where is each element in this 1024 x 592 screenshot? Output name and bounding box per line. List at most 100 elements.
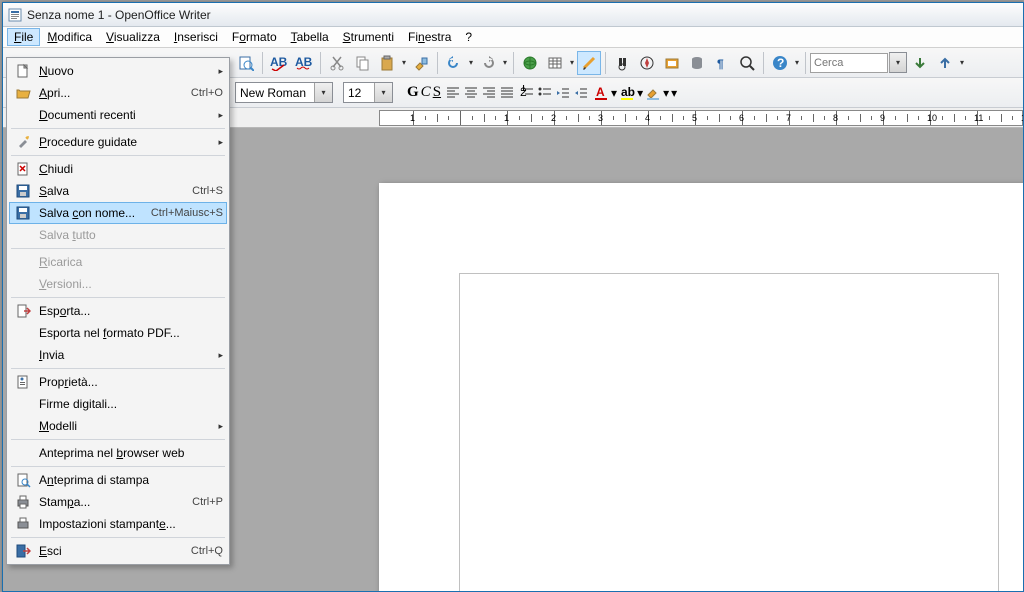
save-icon (13, 183, 33, 199)
print-preview-icon (13, 472, 33, 488)
menu-modelli[interactable]: Modelli▸ (9, 415, 227, 437)
menu-bar: File Modifica Visualizza Inserisci Forma… (3, 27, 1023, 48)
fmt-overflow[interactable]: ▾ (671, 86, 677, 100)
numbered-list-button[interactable]: 12 (519, 85, 535, 101)
underline-button[interactable]: S (433, 84, 441, 101)
search-down-icon[interactable] (908, 51, 932, 75)
window-title: Senza nome 1 - OpenOffice Writer (27, 8, 211, 22)
text-area[interactable] (459, 273, 999, 591)
navigator-icon[interactable] (635, 51, 659, 75)
nonprinting-icon[interactable]: ¶ (710, 51, 734, 75)
menu-apri[interactable]: Apri...Ctrl+O (9, 82, 227, 104)
menu-file[interactable]: File (7, 28, 40, 46)
menu-stampa[interactable]: Stampa...Ctrl+P (9, 491, 227, 513)
menu-documenti-recenti[interactable]: Documenti recenti▸ (9, 104, 227, 126)
menu-chiudi[interactable]: Chiudi (9, 158, 227, 180)
open-icon (13, 85, 33, 101)
export-icon (13, 303, 33, 319)
menu-salva[interactable]: SalvaCtrl+S (9, 180, 227, 202)
search-drop[interactable]: ▾ (889, 53, 906, 72)
bold-button[interactable]: G (407, 84, 419, 101)
format-paintbrush-icon[interactable] (409, 51, 433, 75)
app-icon (7, 7, 23, 23)
datasources-icon[interactable] (685, 51, 709, 75)
redo-drop[interactable]: ▾ (501, 58, 509, 67)
menu-procedure-guidate[interactable]: Procedure guidate▸ (9, 131, 227, 153)
search-up-icon[interactable] (933, 51, 957, 75)
svg-text:ABC: ABC (270, 55, 288, 69)
toolbar-overflow[interactable]: ▾ (958, 58, 966, 67)
find-replace-icon[interactable] (234, 51, 258, 75)
help-icon[interactable]: ? (768, 51, 792, 75)
printer-settings-icon (13, 516, 33, 532)
find-icon[interactable] (610, 51, 634, 75)
font-color-drop[interactable]: ▾ (611, 86, 617, 100)
undo-drop[interactable]: ▾ (467, 58, 475, 67)
menu-aiuto[interactable]: ? (458, 28, 479, 46)
table-drop[interactable]: ▾ (568, 58, 576, 67)
align-center-button[interactable] (463, 85, 479, 101)
horizontal-ruler[interactable]: 11234567891011121314 (379, 110, 1023, 126)
menu-ricarica: Ricarica (9, 251, 227, 273)
font-color-button[interactable]: A (593, 85, 609, 101)
menu-esporta-pdf[interactable]: Esporta nel formato PDF... (9, 322, 227, 344)
search-input[interactable] (810, 53, 888, 73)
zoom-icon[interactable] (735, 51, 759, 75)
autospell-icon[interactable]: ABC (292, 51, 316, 75)
menu-versioni: Versioni... (9, 273, 227, 295)
page[interactable] (379, 183, 1023, 591)
menu-finestra[interactable]: Finestra (401, 28, 458, 46)
align-right-button[interactable] (481, 85, 497, 101)
save-as-icon (13, 205, 33, 221)
menu-inserisci[interactable]: Inserisci (167, 28, 225, 46)
bullet-list-button[interactable] (537, 85, 553, 101)
spellcheck-icon[interactable]: ABC (267, 51, 291, 75)
menu-esporta[interactable]: Esporta... (9, 300, 227, 322)
table-icon[interactable] (543, 51, 567, 75)
highlight-button[interactable]: abc (619, 85, 635, 101)
menu-nuovo[interactable]: Nuovo▸ (9, 60, 227, 82)
svg-text:¶: ¶ (717, 57, 724, 71)
increase-indent-button[interactable] (573, 85, 589, 101)
help-drop[interactable]: ▾ (793, 58, 801, 67)
new-icon (13, 63, 33, 79)
font-size-combo[interactable]: ▾ (343, 82, 393, 103)
menu-strumenti[interactable]: Strumenti (336, 28, 401, 46)
svg-text:A: A (596, 85, 605, 99)
highlight-drop[interactable]: ▾ (637, 86, 643, 100)
decrease-indent-button[interactable] (555, 85, 571, 101)
bg-color-drop[interactable]: ▾ (663, 86, 669, 100)
copy-icon[interactable] (350, 51, 374, 75)
menu-modifica[interactable]: Modifica (40, 28, 99, 46)
font-name-combo[interactable]: ▾ (235, 82, 333, 103)
svg-text:abc: abc (621, 85, 635, 99)
drawing-icon[interactable] (577, 51, 601, 75)
menu-invia[interactable]: Invia▸ (9, 344, 227, 366)
menu-visualizza[interactable]: Visualizza (99, 28, 167, 46)
menu-anteprima-stampa[interactable]: Anteprima di stampa (9, 469, 227, 491)
gallery-icon[interactable] (660, 51, 684, 75)
cut-icon[interactable] (325, 51, 349, 75)
file-menu-dropdown: Nuovo▸ Apri...Ctrl+O Documenti recenti▸ … (6, 57, 230, 565)
menu-formato[interactable]: Formato (225, 28, 284, 46)
menu-esci[interactable]: EsciCtrl+Q (9, 540, 227, 562)
svg-text:?: ? (777, 56, 784, 70)
align-left-button[interactable] (445, 85, 461, 101)
hyperlink-icon[interactable] (518, 51, 542, 75)
menu-salva-con-nome[interactable]: Salva con nome...Ctrl+Maiusc+S (9, 202, 227, 224)
wizard-icon (13, 134, 33, 150)
menu-tabella[interactable]: Tabella (284, 28, 336, 46)
redo-icon[interactable] (476, 51, 500, 75)
svg-text:2: 2 (520, 85, 527, 99)
paste-icon[interactable] (375, 51, 399, 75)
italic-button[interactable]: C (421, 84, 431, 101)
align-justify-button[interactable] (499, 85, 515, 101)
menu-firme-digitali[interactable]: Firme digitali... (9, 393, 227, 415)
undo-icon[interactable] (442, 51, 466, 75)
menu-proprieta[interactable]: Proprietà... (9, 371, 227, 393)
paste-drop[interactable]: ▾ (400, 58, 408, 67)
menu-anteprima-browser[interactable]: Anteprima nel browser web (9, 442, 227, 464)
close-doc-icon (13, 161, 33, 177)
bg-color-button[interactable] (645, 85, 661, 101)
menu-impostazioni-stampante[interactable]: Impostazioni stampante... (9, 513, 227, 535)
